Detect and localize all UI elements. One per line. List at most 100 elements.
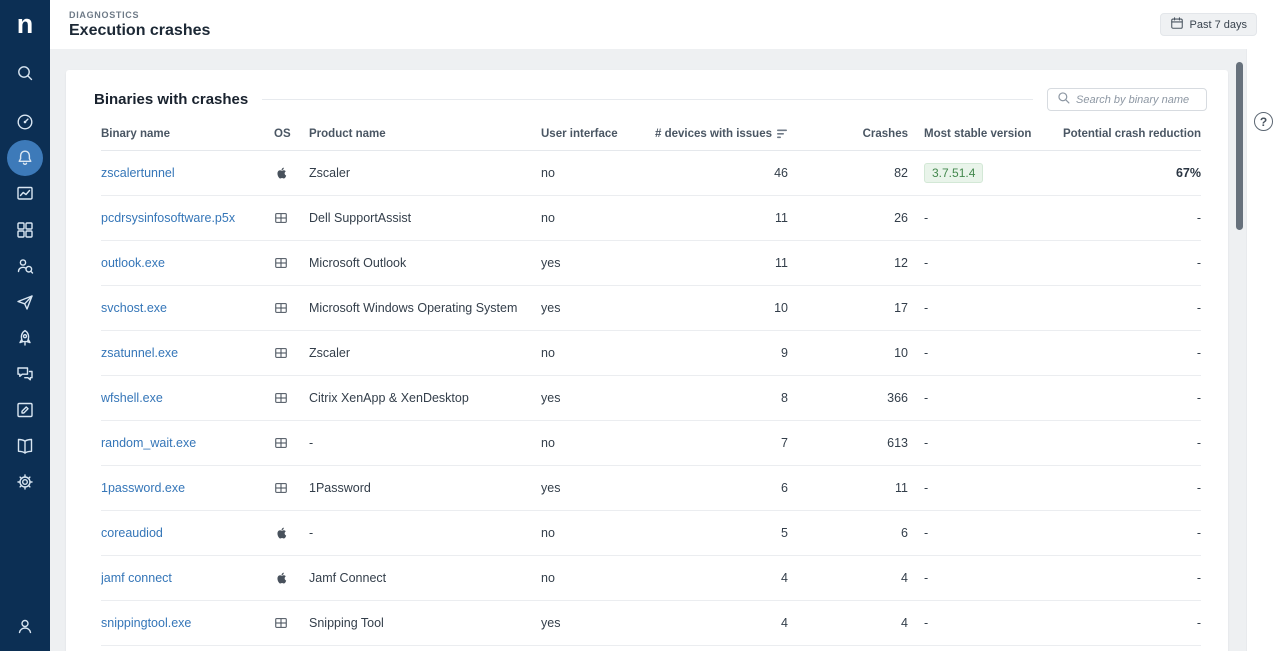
binary-name-link[interactable]: svchost.exe: [101, 301, 167, 315]
devices-cell: 7: [641, 436, 788, 450]
binary-name-link[interactable]: wfshell.exe: [101, 391, 163, 405]
main-area: DIAGNOSTICS Execution crashes Past 7 day…: [50, 0, 1280, 651]
gauge-icon: [15, 112, 35, 132]
stable-version-cell: 3.7.51.4: [908, 163, 1056, 183]
binary-name-link[interactable]: zsatunnel.exe: [101, 346, 178, 360]
binary-name-link[interactable]: jamf connect: [101, 571, 172, 585]
devices-cell: 11: [641, 211, 788, 225]
nexthink-logo[interactable]: n: [0, 0, 50, 48]
table-body: zscalertunnel Zscaler no 46 82 3.7.51.4 …: [101, 151, 1201, 646]
stable-version-cell: -: [908, 346, 1056, 360]
product-cell: Citrix XenApp & XenDesktop: [309, 391, 541, 405]
table-row: 1password.exe 1Password yes 6 11 - -: [101, 466, 1201, 511]
crashes-cell: 26: [788, 211, 908, 225]
apple-icon: [274, 166, 287, 180]
divider: [262, 99, 1033, 100]
column-header-devices-with-issues[interactable]: # devices with issues: [641, 128, 788, 140]
binaries-card: Binaries with crashes Binary name OS Pro…: [66, 70, 1228, 651]
table-row: coreaudiod - no 5 6 - -: [101, 511, 1201, 556]
survey-icon: [15, 400, 35, 420]
windows-icon: [274, 616, 288, 630]
windows-icon: [274, 256, 288, 270]
stable-version-cell: -: [908, 436, 1056, 450]
sidebar-item-account[interactable]: [7, 608, 43, 644]
paper-plane-icon: [15, 292, 35, 312]
devices-cell: 10: [641, 301, 788, 315]
windows-icon: [274, 211, 288, 225]
sidebar-item-monitoring[interactable]: [7, 176, 43, 212]
reduction-cell: 67%: [1056, 166, 1201, 180]
breadcrumb: DIAGNOSTICS: [69, 10, 210, 20]
book-icon: [15, 436, 35, 456]
help-rail: ?: [1246, 49, 1280, 651]
reduction-cell: -: [1056, 301, 1201, 315]
devices-cell: 11: [641, 256, 788, 270]
ui-cell: yes: [541, 256, 641, 270]
stable-version-cell: -: [908, 571, 1056, 585]
os-cell: [274, 571, 309, 585]
stable-version-cell: -: [908, 616, 1056, 630]
stable-version-cell: -: [908, 301, 1056, 315]
sidebar-item-applications[interactable]: [7, 212, 43, 248]
sidebar-item-automation[interactable]: [7, 320, 43, 356]
apple-icon: [274, 571, 287, 585]
sidebar-item-campaigns[interactable]: [7, 284, 43, 320]
crashes-cell: 366: [788, 391, 908, 405]
column-header-os[interactable]: OS: [274, 128, 309, 140]
binary-name-link[interactable]: outlook.exe: [101, 256, 165, 270]
sidebar-item-engage[interactable]: [7, 356, 43, 392]
user-icon: [15, 616, 35, 636]
column-header-potential-crash-reduction[interactable]: Potential crash reduction: [1056, 128, 1201, 140]
card-header: Binaries with crashes: [66, 70, 1228, 117]
calendar-icon: [1170, 16, 1184, 33]
chat-icon: [15, 364, 35, 384]
column-header-product-name[interactable]: Product name: [309, 128, 541, 140]
date-range-button[interactable]: Past 7 days: [1160, 13, 1257, 36]
column-header-most-stable-version[interactable]: Most stable version: [908, 128, 1056, 140]
reduction-cell: -: [1056, 346, 1201, 360]
binary-name-link[interactable]: random_wait.exe: [101, 436, 196, 450]
sidebar-item-overview[interactable]: [7, 104, 43, 140]
binary-name-link[interactable]: snippingtool.exe: [101, 616, 191, 630]
stable-version-cell: -: [908, 256, 1056, 270]
bell-icon: [15, 148, 35, 168]
apple-icon: [274, 526, 287, 540]
binary-name-link[interactable]: 1password.exe: [101, 481, 185, 495]
table-row: pcdrsysinfosoftware.p5x Dell SupportAssi…: [101, 196, 1201, 241]
column-header-crashes[interactable]: Crashes: [788, 128, 908, 140]
product-cell: Microsoft Windows Operating System: [309, 301, 541, 315]
reduction-cell: -: [1056, 436, 1201, 450]
devices-cell: 8: [641, 391, 788, 405]
binary-name-link[interactable]: zscalertunnel: [101, 166, 175, 180]
devices-cell: 4: [641, 571, 788, 585]
table-row: zsatunnel.exe Zscaler no 9 10 - -: [101, 331, 1201, 376]
search-input[interactable]: [1076, 94, 1197, 106]
sidebar-item-library[interactable]: [7, 428, 43, 464]
crashes-cell: 82: [788, 166, 908, 180]
sidebar-item-search[interactable]: [7, 55, 43, 91]
crashes-cell: 6: [788, 526, 908, 540]
binary-name-link[interactable]: pcdrsysinfosoftware.p5x: [101, 211, 235, 225]
vertical-scrollbar[interactable]: [1236, 62, 1243, 230]
table-row: snippingtool.exe Snipping Tool yes 4 4 -…: [101, 601, 1201, 646]
windows-icon: [274, 436, 288, 450]
os-cell: [274, 481, 309, 495]
search-icon: [1057, 91, 1070, 109]
sidebar-item-surveys[interactable]: [7, 392, 43, 428]
sidebar-item-alerts[interactable]: [7, 140, 43, 176]
sidebar-item-settings[interactable]: [7, 464, 43, 500]
sidebar-item-investigations[interactable]: [7, 248, 43, 284]
column-header-binary-name[interactable]: Binary name: [101, 128, 274, 140]
column-header-user-interface[interactable]: User interface: [541, 128, 641, 140]
person-search-icon: [15, 256, 35, 276]
title-block: DIAGNOSTICS Execution crashes: [69, 10, 210, 40]
binary-search[interactable]: [1047, 88, 1207, 111]
page-title: Execution crashes: [69, 22, 210, 40]
crashes-cell: 10: [788, 346, 908, 360]
binary-name-link[interactable]: coreaudiod: [101, 526, 163, 540]
devices-cell: 6: [641, 481, 788, 495]
crashes-cell: 17: [788, 301, 908, 315]
product-cell: Dell SupportAssist: [309, 211, 541, 225]
help-icon[interactable]: ?: [1254, 112, 1273, 131]
table-row: jamf connect Jamf Connect no 4 4 - -: [101, 556, 1201, 601]
